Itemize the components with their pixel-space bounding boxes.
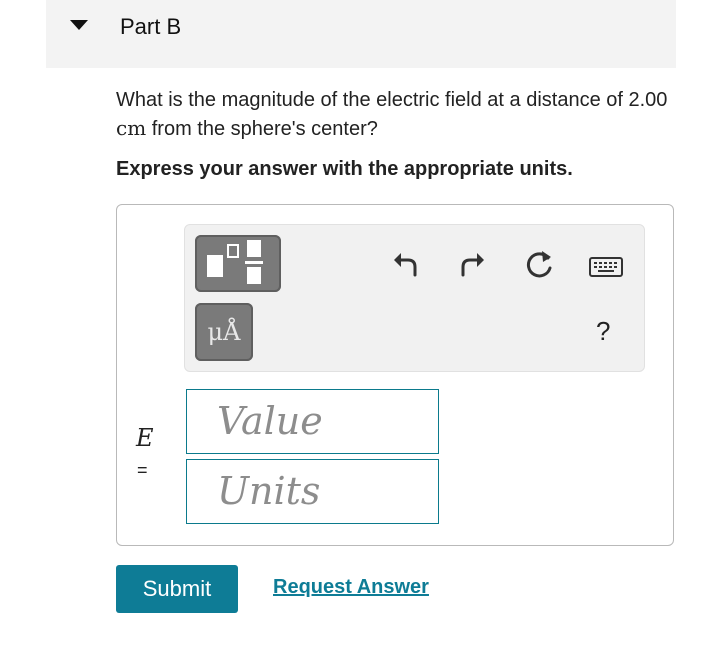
help-icon[interactable]: ?: [596, 316, 610, 347]
part-title: Part B: [120, 14, 182, 39]
question-text: What is the magnitude of the electric fi…: [116, 86, 686, 143]
collapse-caret-icon[interactable]: [70, 20, 88, 30]
question-text-start: What is the magnitude of the electric fi…: [116, 89, 668, 111]
redo-button[interactable]: [456, 247, 490, 281]
redo-icon: [461, 253, 484, 277]
answer-variable: E: [136, 424, 154, 452]
request-answer-link[interactable]: Request Answer: [273, 576, 429, 599]
undo-button[interactable]: [388, 247, 422, 281]
submit-button[interactable]: Submit: [116, 565, 238, 613]
value-placeholder: Value: [217, 399, 323, 443]
templates-icon: [207, 240, 263, 284]
question-unit: cm: [116, 116, 147, 140]
units-icon: μÅ: [207, 318, 241, 346]
units-input[interactable]: Units: [186, 459, 439, 524]
reset-button[interactable]: [522, 248, 556, 282]
undo-icon: [394, 253, 417, 277]
units-placeholder: Units: [217, 469, 321, 513]
units-button[interactable]: μÅ: [195, 303, 253, 361]
equals-sign: =: [137, 460, 148, 480]
value-input[interactable]: Value: [186, 389, 439, 454]
keyboard-icon: [589, 257, 623, 277]
keyboard-button[interactable]: [588, 250, 624, 284]
templates-button[interactable]: [195, 235, 281, 292]
question-text-end: from the sphere's center?: [151, 118, 378, 140]
reset-icon: [526, 251, 552, 278]
answer-instruction: Express your answer with the appropriate…: [116, 158, 573, 180]
